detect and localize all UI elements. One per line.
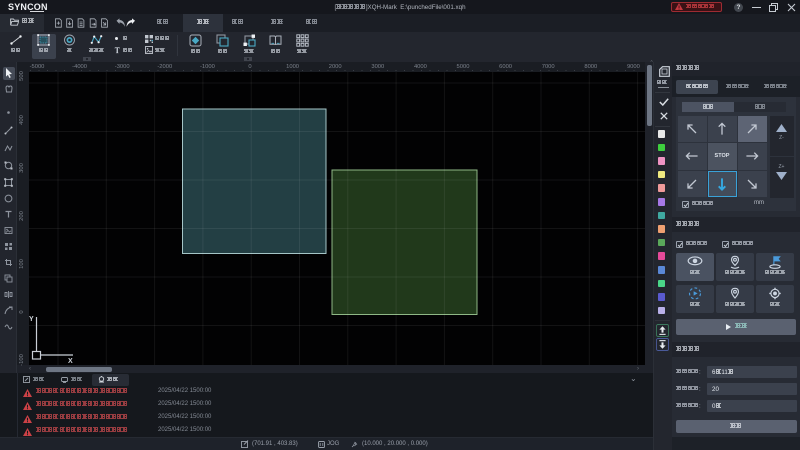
svg-text:Y: Y bbox=[29, 316, 34, 323]
svg-text:X: X bbox=[68, 358, 73, 365]
